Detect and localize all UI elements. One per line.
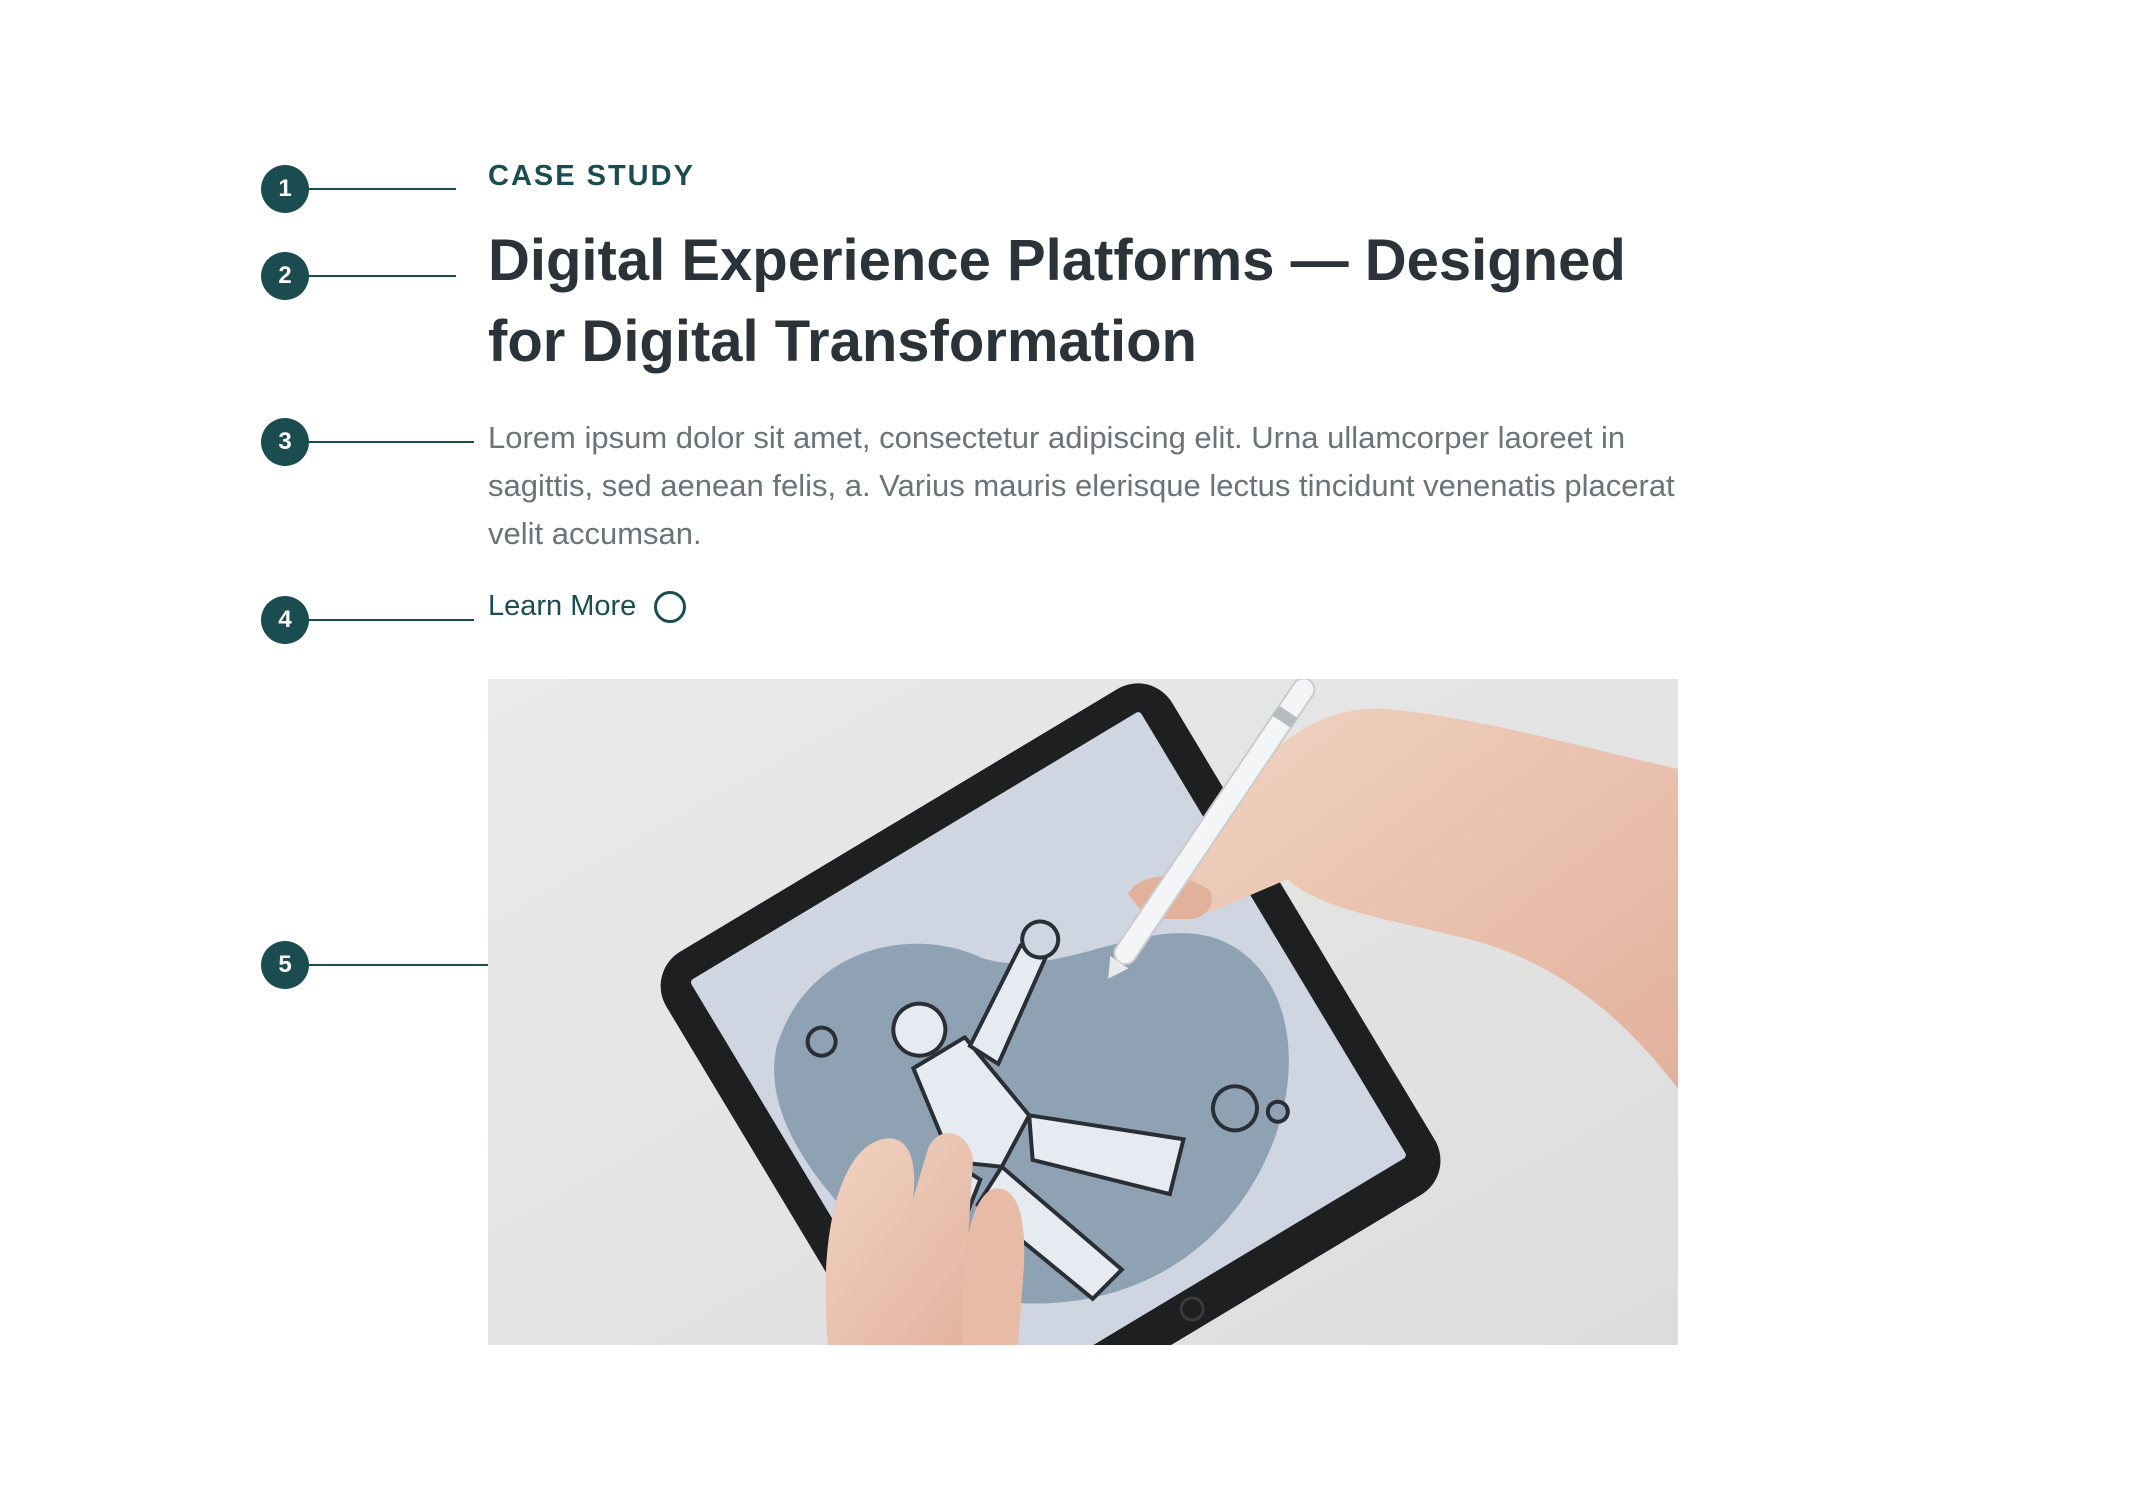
callout-marker-3: 3 — [261, 418, 309, 466]
callout-marker-1-number: 1 — [278, 175, 292, 202]
tablet-drawing-illustration — [488, 679, 1678, 1345]
callout-leader-4 — [309, 619, 474, 621]
body-paragraph: Lorem ipsum dolor sit amet, consectetur … — [488, 420, 1675, 551]
callout-leader-5 — [309, 964, 488, 966]
callout-marker-4-number: 4 — [278, 606, 292, 633]
circle-icon — [654, 590, 687, 623]
callout-leader-3 — [309, 441, 474, 443]
callout-leader-2 — [309, 275, 456, 277]
page-title-line-2: for Digital Transformation — [488, 309, 1197, 374]
hero-image — [488, 679, 1678, 1345]
callout-marker-1: 1 — [261, 165, 309, 213]
callout-leader-1 — [309, 188, 456, 190]
eyebrow-label: CASE STUDY — [488, 160, 695, 192]
learn-more-label: Learn More — [488, 590, 637, 622]
page-title-line-1: Digital Experience Platforms — Designed — [488, 228, 1626, 293]
case-study-page: 1 2 3 4 5 CASE STUDY Digital Experience … — [0, 0, 2154, 1498]
callout-marker-5-number: 5 — [278, 951, 292, 978]
learn-more-link[interactable]: Learn More — [488, 590, 687, 623]
callout-marker-2-number: 2 — [278, 262, 292, 289]
page-title: Digital Experience Platforms — Designed … — [488, 220, 1688, 382]
callout-marker-2: 2 — [261, 252, 309, 300]
callout-marker-5: 5 — [261, 941, 309, 989]
callout-marker-4: 4 — [261, 596, 309, 644]
callout-marker-3-number: 3 — [278, 428, 292, 455]
